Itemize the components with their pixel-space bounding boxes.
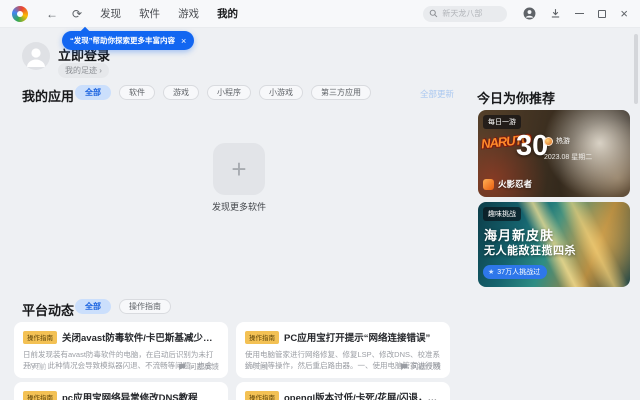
scrollbar[interactable] [634,34,638,104]
back-icon[interactable]: ← [46,8,58,20]
news-title-text: PC应用宝打开提示“网络连接错误” [284,333,431,344]
nav-item-software[interactable]: 软件 [139,6,160,21]
news-card-head: 操作指南 pc应用宝网络异常修改DNS教程 [23,390,219,400]
platform-news-tabs: 全部 操作指南 [75,299,171,314]
search-input[interactable] [442,9,502,18]
news-time: 26天前 [23,362,47,371]
tab-games[interactable]: 游戏 [163,85,199,100]
game-name-row: 火影忍者 [483,178,532,190]
search-box[interactable] [423,5,508,22]
feedback-link[interactable]: 问题反馈 [178,361,219,372]
search-icon [430,9,438,18]
challenge-title-line2: 无人能敌狂揽四杀 [484,245,576,257]
calendar-date: 2023.08 星期二 [544,154,593,161]
nav-item-mine[interactable]: 我的 [217,6,238,21]
challenge-card[interactable]: 趣味挑战 海月新皮肤 无人能敌狂揽四杀 ★ 37万人挑战过 [478,202,630,287]
feedback-label: 问题反馈 [189,362,219,371]
game-tag-label: 热游 [556,138,570,145]
tab-mini-games[interactable]: 小游戏 [259,85,303,100]
my-footprints-link[interactable]: 我的足迹 › [58,63,109,78]
update-all-link[interactable]: 全部更新 [420,88,454,100]
news-card[interactable]: 操作指南 pc应用宝网络异常修改DNS教程 [14,382,228,400]
game-tag: 热游 [544,136,570,146]
maximize-icon[interactable] [598,9,607,18]
plus-icon: + [231,154,247,184]
nav-item-games[interactable]: 游戏 [178,6,199,21]
my-apps-title: 我的应用 [22,89,75,104]
discover-tooltip: “发现”帮助你探索更多丰富内容 × [62,31,195,50]
news-title-text: pc应用宝网络异常修改DNS教程 [62,393,198,400]
close-icon[interactable]: × [620,6,628,21]
game-name: 火影忍者 [498,179,533,189]
challenge-badge: 趣味挑战 [483,207,521,221]
news-card-head: 操作指南 opengl版本过低/卡死/花屏/闪退，升级显卡驱动… [245,390,441,400]
medal-icon: ★ [488,268,495,276]
news-card[interactable]: 操作指南 关闭avast防毒软件/卡巴斯基减少卡顿现象 日前发现装有avast防… [14,322,228,378]
news-card[interactable]: 操作指南 opengl版本过低/卡死/花屏/闪退，升级显卡驱动… [236,382,450,400]
main-nav: 发现 软件 游戏 我的 [100,6,238,21]
speech-bubble-icon [178,363,186,370]
content-area: “发现”帮助你探索更多丰富内容 × 立即登录 我的足迹 › 我的应用 全部 软件… [0,28,640,400]
platform-news-title: 平台动态 [22,303,75,318]
feedback-link[interactable]: 问题反馈 [400,361,441,372]
news-badge: 操作指南 [245,330,279,344]
news-footer: 26天前 问题反馈 [23,361,219,372]
speech-bubble-icon [400,363,408,370]
news-card[interactable]: 操作指南 PC应用宝打开提示“网络连接错误” 使用电脑管家进行网络修复、修复LS… [236,322,450,378]
titlebar: ← ⟳ 发现 软件 游戏 我的 × [0,0,640,28]
window-controls: × [523,6,628,21]
download-manager-icon[interactable] [550,8,561,19]
tab-all[interactable]: 全部 [75,85,111,100]
app-logo-icon[interactable] [12,5,28,22]
avatar[interactable] [22,42,50,70]
news-badge: 操作指南 [23,390,57,400]
discover-more-label: 发现更多软件 [211,202,266,212]
user-account-icon[interactable] [523,7,536,20]
game-app-icon [483,178,494,190]
news-card-head: 操作指南 关闭avast防毒软件/卡巴斯基减少卡顿现象 [23,330,219,344]
news-badge: 操作指南 [23,330,57,344]
news-title-text: 关闭avast防毒软件/卡巴斯基减少卡顿现象 [62,333,219,344]
minimize-icon[interactable] [575,12,585,15]
tab-mini-programs[interactable]: 小程序 [207,85,251,100]
tab-software[interactable]: 软件 [119,85,155,100]
refresh-icon[interactable]: ⟳ [72,8,82,20]
news-title-text: opengl版本过低/卡死/花屏/闪退，升级显卡驱动… [284,393,441,400]
avatar-placeholder-icon [27,48,45,67]
tab-third-party[interactable]: 第三方应用 [311,85,371,100]
daily-game-card[interactable]: 每日一游 NARUTO 30 热游 2023.08 星期二 火影忍者 [478,110,630,197]
news-badge: 操作指南 [245,390,279,400]
news-card-head: 操作指南 PC应用宝打开提示“网络连接错误” [245,330,441,344]
tooltip-close-icon[interactable]: × [181,36,186,46]
tooltip-text: “发现”帮助你探索更多丰富内容 [70,36,175,45]
daily-game-badge: 每日一游 [483,115,521,129]
challenge-stat: 37万人挑战过 [497,269,541,276]
game-tag-icon [544,136,553,146]
challenge-stat-pill: ★ 37万人挑战过 [483,265,548,279]
app-window: ← ⟳ 发现 软件 游戏 我的 × “发现”帮助你探索更多丰富内容 × [0,0,640,400]
news-tab-guide[interactable]: 操作指南 [119,299,171,314]
news-footer: 29天前 问题反馈 [245,361,441,372]
news-tab-all[interactable]: 全部 [75,299,111,314]
my-apps-filter-tabs: 全部 软件 游戏 小程序 小游戏 第三方应用 [75,85,371,100]
recommend-title: 今日为你推荐 [477,91,556,106]
news-time: 29天前 [245,362,269,371]
nav-item-discover[interactable]: 发现 [100,6,121,21]
discover-more-card[interactable]: + [213,143,265,195]
feedback-label: 问题反馈 [411,362,441,371]
